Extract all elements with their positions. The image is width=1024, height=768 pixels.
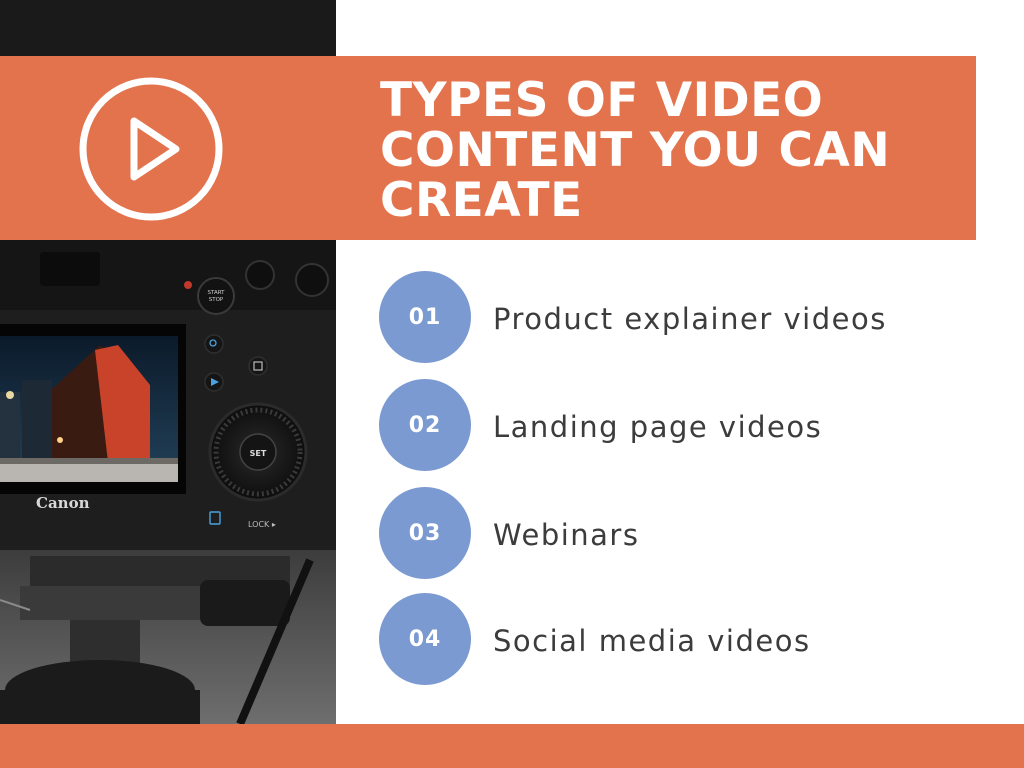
svg-text:LOCK ▸: LOCK ▸ [248,520,276,529]
page-title: TYPES OF VIDEO CONTENT YOU CAN CREATE [380,73,891,228]
item-label: Landing page videos [493,410,823,444]
footer-bar [0,724,1024,768]
item-label: Social media videos [493,624,811,658]
play-icon [78,76,224,222]
list-item: 01 Product explainer videos [379,271,999,365]
item-number-badge: 02 [379,379,471,471]
video-types-list: 01 Product explainer videos 02 Landing p… [379,271,999,703]
item-label: Product explainer videos [493,302,887,336]
item-label: Webinars [493,518,640,552]
item-number-badge: 04 [379,593,471,685]
list-item: 03 Webinars [379,487,999,581]
list-item: 02 Landing page videos [379,379,999,473]
svg-text:STOP: STOP [209,297,224,303]
list-item: 04 Social media videos [379,593,999,687]
camera-brand-text: Canon [36,494,90,512]
item-number-badge: 03 [379,487,471,579]
svg-text:START: START [208,290,226,296]
title-banner: TYPES OF VIDEO CONTENT YOU CAN CREATE [0,56,976,240]
svg-text:SET: SET [250,449,267,458]
item-number-badge: 01 [379,271,471,363]
